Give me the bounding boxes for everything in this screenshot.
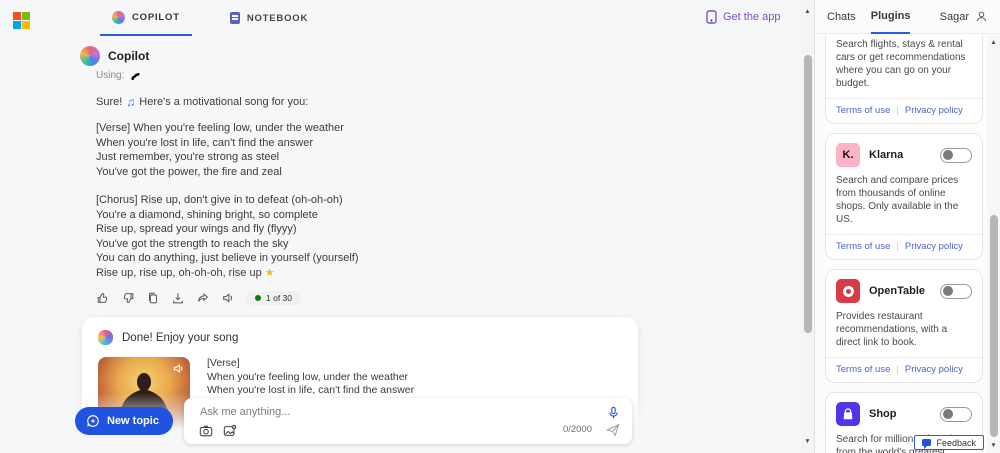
get-the-app-link[interactable]: Get the app (706, 10, 781, 24)
char-counter: 0/2000 (562, 424, 592, 435)
chat-column: Copilot Using: Sure! ♫ Here's a motivati… (80, 46, 642, 449)
shop-icon (836, 402, 860, 426)
privacy-link[interactable]: Privacy policy (905, 105, 963, 116)
shop-toggle[interactable] (940, 406, 972, 422)
sidebar-scroll-up-arrow[interactable]: ▲ (987, 39, 1000, 46)
tab-copilot[interactable]: COPILOT (100, 0, 192, 36)
share-icon[interactable] (196, 291, 210, 305)
sidebar-scroll-down-arrow[interactable]: ▼ (987, 442, 1000, 449)
ms-logo-blue (13, 21, 21, 29)
send-icon[interactable] (605, 423, 620, 437)
lyrics-chorus-last: Rise up, rise up, oh-oh-oh, rise up ★ (96, 266, 642, 281)
sidebar-header: Chats Plugins Sagar (815, 0, 1000, 34)
feedback-button[interactable]: Feedback (914, 435, 984, 450)
feedback-label: Feedback (936, 437, 976, 448)
opentable-icon (836, 279, 860, 303)
user-menu[interactable]: Sagar (940, 10, 988, 23)
visual-search-icon[interactable] (223, 424, 237, 438)
lyrics-chorus: [Chorus] Rise up, don't give in to defea… (96, 194, 359, 264)
plugins-list: Search flights, stays & rental cars or g… (815, 35, 987, 453)
privacy-link[interactable]: Privacy policy (905, 364, 963, 375)
plugin-card-opentable: OpenTable Provides restaurant recommenda… (825, 269, 983, 383)
tab-notebook-label: NOTEBOOK (246, 12, 309, 24)
terms-link[interactable]: Terms of use (836, 241, 890, 252)
thumbs-down-icon[interactable] (121, 291, 135, 305)
copilot-avatar (80, 46, 100, 66)
get-the-app-label: Get the app (723, 11, 781, 23)
copy-icon[interactable] (146, 291, 160, 305)
ms-logo-red (13, 12, 21, 20)
plugin-description: Search flights, stays & rental cars or g… (836, 39, 966, 89)
main-scrollbar: ▲ ▼ (801, 0, 814, 453)
suno-plugin-icon (131, 72, 140, 80)
new-topic-icon (87, 415, 99, 427)
chat-input[interactable] (199, 406, 600, 418)
tab-copilot-label: COPILOT (132, 11, 180, 23)
scroll-down-arrow[interactable]: ▼ (801, 438, 814, 445)
top-bar: COPILOT NOTEBOOK Get the app (0, 0, 801, 36)
ms-logo-yellow (22, 21, 30, 29)
person-icon (976, 11, 987, 22)
opentable-toggle[interactable] (940, 283, 972, 299)
celebration-icon (98, 330, 113, 345)
using-label: Using: (96, 70, 125, 81)
feedback-icon (922, 439, 932, 449)
main-scrollbar-thumb[interactable] (803, 55, 812, 333)
tab-notebook[interactable]: NOTEBOOK (218, 0, 320, 36)
lyrics-verse: [Verse] When you're feeling low, under t… (96, 122, 344, 178)
new-topic-label: New topic (107, 415, 159, 427)
plugin-card-partial: Search flights, stays & rental cars or g… (825, 35, 983, 124)
bot-name: Copilot (108, 49, 150, 63)
camera-icon[interactable] (199, 424, 213, 438)
terms-link[interactable]: Terms of use (836, 364, 890, 375)
turn-counter-dot (255, 295, 261, 301)
message-actions: 1 of 30 (96, 291, 642, 305)
plugins-sidebar: Chats Plugins Sagar Search flights, stay… (814, 0, 1000, 453)
intro-prefix: Sure! (96, 95, 123, 108)
main-tabs: COPILOT NOTEBOOK (100, 0, 320, 36)
link-separator: | (896, 364, 899, 375)
tab-chats[interactable]: Chats (827, 0, 856, 34)
composer: New topic 0/2000 (75, 398, 632, 444)
plugin-name: Shop (869, 408, 897, 420)
plugin-description: Provides restaurant recommendations, wit… (836, 311, 948, 348)
terms-link[interactable]: Terms of use (836, 105, 890, 116)
microphone-icon[interactable] (607, 406, 620, 419)
message-intro: Sure! ♫ Here's a motivational song for y… (96, 95, 642, 110)
turn-counter: 1 of 30 (246, 291, 301, 305)
plugin-description: Search and compare prices from thousands… (836, 175, 959, 225)
turn-counter-text: 1 of 30 (266, 293, 292, 303)
notebook-icon (229, 12, 240, 24)
privacy-link[interactable]: Privacy policy (905, 241, 963, 252)
read-aloud-icon[interactable] (221, 291, 235, 305)
plugin-card-klarna: K. Klarna Search and compare prices from… (825, 133, 983, 260)
microsoft-logo[interactable] (13, 12, 30, 29)
user-name: Sagar (939, 10, 969, 23)
link-separator: | (896, 105, 899, 116)
chorus-last-text: Rise up, rise up, oh-oh-oh, rise up (96, 266, 262, 279)
intro-suffix: Here's a motivational song for you: (139, 95, 309, 108)
thumbs-up-icon[interactable] (96, 291, 110, 305)
plugin-name: OpenTable (869, 285, 926, 297)
sidebar-scrollbar-thumb[interactable] (989, 215, 998, 437)
play-audio-icon[interactable] (172, 362, 185, 375)
klarna-toggle[interactable] (940, 147, 972, 163)
sidebar-scrollbar: ▲ ▼ (987, 35, 1000, 453)
phone-download-icon (706, 10, 717, 24)
chat-input-box: 0/2000 (183, 398, 632, 444)
music-note-emoji: ♫ (126, 94, 136, 109)
scroll-up-arrow[interactable]: ▲ (801, 8, 814, 15)
copilot-icon (112, 10, 125, 24)
export-icon[interactable] (171, 291, 185, 305)
klarna-icon: K. (836, 143, 860, 167)
star-emoji: ★ (264, 266, 275, 279)
link-separator: | (896, 241, 899, 252)
ms-logo-green (22, 12, 30, 20)
tab-plugins[interactable]: Plugins (870, 0, 911, 34)
new-topic-button[interactable]: New topic (75, 407, 173, 435)
song-card-title: Done! Enjoy your song (122, 331, 239, 344)
copilot-app: COPILOT NOTEBOOK Get the app Copilot Usi… (0, 0, 1000, 453)
plugin-name: Klarna (869, 149, 904, 161)
